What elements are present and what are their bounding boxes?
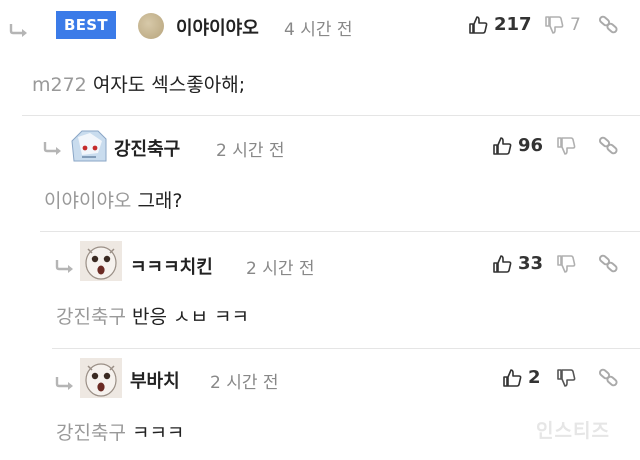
like-count: 217 [494, 14, 532, 35]
like-count: 96 [518, 135, 544, 156]
comment-2: 강진축구 2 시간 전 96 이야이야오 그래? [0, 115, 640, 231]
thumbs-up-icon [468, 15, 488, 35]
avatar[interactable] [138, 13, 164, 39]
nickname[interactable]: ㅋㅋㅋ치킨 [130, 253, 213, 279]
like-button[interactable]: 2 [502, 367, 541, 388]
mention[interactable]: 강진축구 [56, 422, 126, 444]
avatar[interactable] [80, 241, 122, 281]
mention[interactable]: 이야이야오 [44, 190, 131, 212]
thumbs-down-icon [556, 254, 576, 274]
comment-body: 강진축구 ㅋㅋㅋ [56, 418, 184, 445]
comment-text: ㅋㅋㅋ [131, 422, 185, 444]
comment-1: BEST 이야이야오 4 시간 전 217 7 m272 여자도 섹스좋아해; [0, 0, 640, 115]
link-icon[interactable] [598, 15, 620, 35]
dislike-button[interactable]: 7 [544, 15, 581, 35]
watermark: 인스티즈 [536, 420, 610, 442]
link-icon[interactable] [598, 368, 620, 388]
avatar[interactable] [80, 358, 122, 398]
best-badge: BEST [56, 11, 116, 39]
timestamp: 4 시간 전 [284, 20, 353, 40]
comment-4: 부바치 2 시간 전 2 강진축구 ㅋㅋㅋ [0, 348, 640, 460]
link-icon[interactable] [598, 254, 620, 274]
like-count: 2 [528, 367, 541, 388]
timestamp: 2 시간 전 [246, 259, 315, 279]
reply-arrow-icon [8, 23, 30, 37]
mention[interactable]: 강진축구 [56, 306, 126, 328]
nickname[interactable]: 이야이야오 [176, 14, 259, 40]
like-count: 33 [518, 253, 544, 274]
reply-arrow-icon [42, 141, 64, 155]
comment-body: m272 여자도 섹스좋아해; [32, 70, 245, 97]
dislike-count: 7 [570, 15, 581, 35]
timestamp: 2 시간 전 [216, 141, 285, 161]
comment-text: 여자도 섹스좋아해; [92, 74, 246, 96]
nickname[interactable]: 강진축구 [114, 135, 180, 161]
comment-body: 이야이야오 그래? [44, 186, 183, 213]
reply-arrow-icon [54, 376, 76, 390]
like-button[interactable]: 33 [492, 253, 543, 274]
like-button[interactable]: 96 [492, 135, 543, 156]
comment-3: ㅋㅋㅋ치킨 2 시간 전 33 강진축구 반응 ㅅㅂ ㅋㅋ [0, 231, 640, 348]
avatar[interactable] [68, 127, 110, 167]
like-button[interactable]: 217 [468, 14, 532, 35]
dislike-button[interactable] [556, 368, 576, 388]
dislike-button[interactable] [556, 136, 576, 156]
thumbs-down-icon [556, 368, 576, 388]
mention[interactable]: m272 [32, 74, 87, 96]
reply-arrow-icon [54, 259, 76, 273]
thumbs-up-icon [492, 254, 512, 274]
thumbs-up-icon [502, 368, 522, 388]
thumbs-up-icon [492, 136, 512, 156]
thumbs-down-icon [544, 15, 564, 35]
comment-text: 그래? [137, 190, 183, 212]
comment-text: 반응 ㅅㅂ ㅋㅋ [131, 306, 249, 328]
nickname[interactable]: 부바치 [130, 367, 180, 393]
timestamp: 2 시간 전 [210, 373, 279, 393]
thumbs-down-icon [556, 136, 576, 156]
link-icon[interactable] [598, 136, 620, 156]
dislike-button[interactable] [556, 254, 576, 274]
comment-body: 강진축구 반응 ㅅㅂ ㅋㅋ [56, 302, 249, 329]
